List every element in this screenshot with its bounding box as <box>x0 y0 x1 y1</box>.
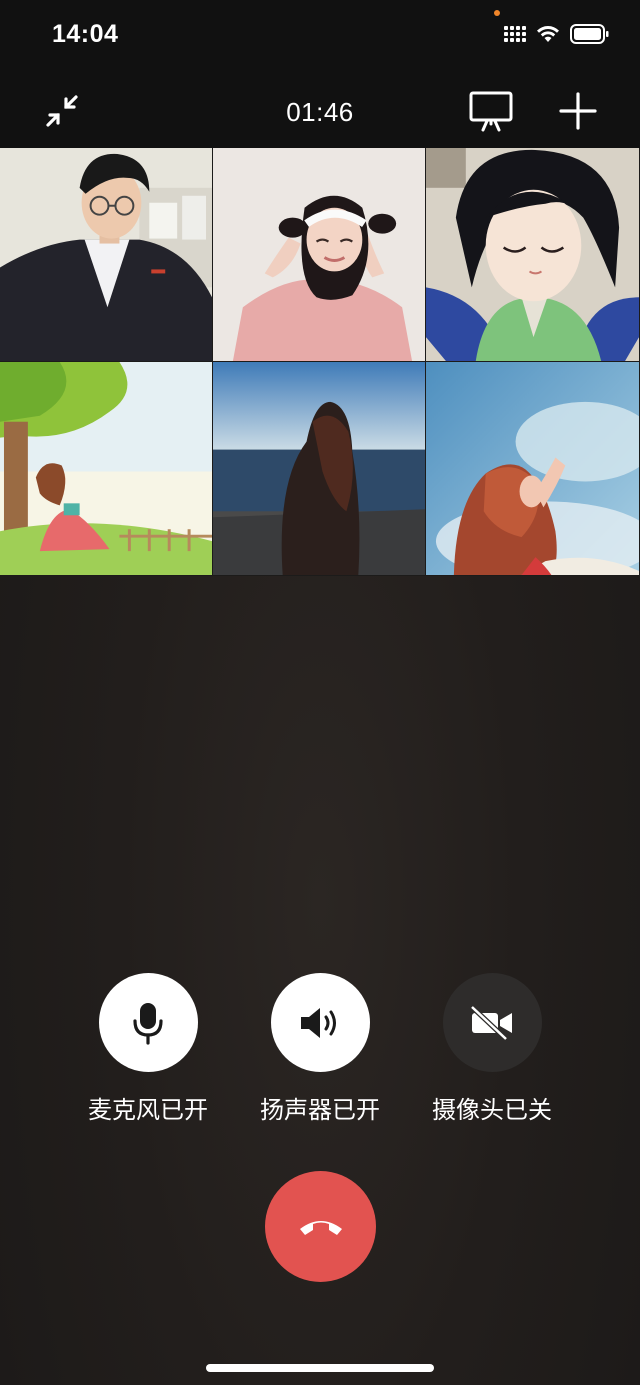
hangup-button[interactable] <box>265 1171 376 1282</box>
camera-label: 摄像头已关 <box>432 1096 552 1124</box>
participant-tile-2[interactable] <box>213 148 426 362</box>
camera-off-icon <box>470 1004 512 1041</box>
screen-share-button[interactable] <box>467 90 515 132</box>
participant-tile-3[interactable] <box>426 148 640 362</box>
participant-grid <box>0 148 640 576</box>
status-icons <box>504 24 610 44</box>
camera-control: 摄像头已关 <box>412 973 572 1125</box>
microphone-icon <box>133 1002 163 1045</box>
participant-tile-4[interactable] <box>0 362 213 576</box>
speaker-toggle-button[interactable] <box>270 973 370 1072</box>
battery-icon <box>570 24 610 44</box>
screen-share-icon <box>469 91 513 132</box>
wifi-icon <box>536 25 560 43</box>
cellular-signal-icon <box>504 26 526 42</box>
add-participant-button[interactable] <box>554 90 602 132</box>
participant-video-girl-headband <box>213 148 425 361</box>
participant-video-seaside <box>213 362 425 575</box>
participant-tile-5[interactable] <box>213 362 426 576</box>
camera-in-use-dot <box>494 10 500 16</box>
participant-tile-6[interactable] <box>426 362 640 576</box>
status-time: 14:04 <box>52 20 119 48</box>
camera-toggle-button[interactable] <box>442 973 542 1072</box>
participant-video-red-hair <box>426 362 639 575</box>
plus-icon <box>559 92 597 130</box>
speaker-icon <box>301 1007 336 1038</box>
mic-control: 麦克风已开 <box>68 973 228 1125</box>
speaker-label: 扬声器已开 <box>260 1096 380 1124</box>
participant-video-cartoon-girl <box>0 362 212 575</box>
call-toolbar: 01:46 <box>0 72 640 148</box>
phone-hangup-icon <box>299 1220 342 1235</box>
call-duration: 01:46 <box>286 97 354 127</box>
status-bar: 14:04 <box>0 0 640 72</box>
mic-label: 麦克风已开 <box>88 1096 208 1124</box>
home-indicator[interactable] <box>206 1364 434 1372</box>
participant-video-man <box>0 148 212 361</box>
speaker-control: 扬声器已开 <box>240 973 400 1125</box>
participant-tile-1[interactable] <box>0 148 213 362</box>
mic-toggle-button[interactable] <box>98 973 198 1072</box>
participant-video-anime-avatar <box>426 148 639 361</box>
